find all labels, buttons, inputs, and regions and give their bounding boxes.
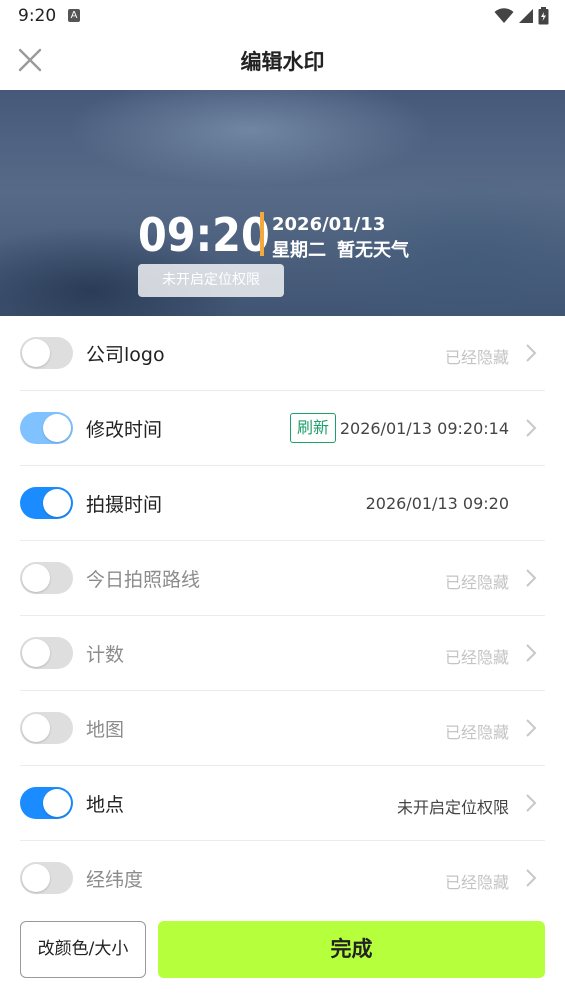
row-label: 地点: [86, 794, 125, 816]
signal-icon: [519, 9, 533, 23]
row-company-logo[interactable]: 公司logo 已经隐藏: [20, 316, 545, 391]
row-value: 已经隐藏: [444, 573, 509, 592]
watermark-weekday: 星期二: [272, 240, 326, 261]
watermark-preview[interactable]: 09:20 2026/01/13 星期二 暂无天气 未开启定位权限: [0, 90, 565, 316]
row-today-route[interactable]: 今日拍照路线 已经隐藏: [20, 541, 545, 616]
chevron-right-icon: [526, 869, 537, 887]
toggle-knob: [22, 339, 50, 367]
row-label: 地图: [86, 719, 125, 741]
refresh-button[interactable]: 刷新: [289, 413, 336, 443]
watermark-weather: 暂无天气: [337, 240, 409, 261]
chevron-right-icon: [526, 569, 537, 587]
chevron-right-icon: [526, 344, 537, 362]
row-label: 公司logo: [86, 344, 165, 366]
capture-time-toggle[interactable]: [20, 487, 73, 519]
chevron-right-icon: [526, 719, 537, 737]
row-label: 经纬度: [86, 869, 144, 891]
today-route-toggle[interactable]: [20, 562, 73, 594]
page-title: 编辑水印: [240, 50, 325, 74]
wifi-icon: [494, 8, 514, 23]
row-coordinates[interactable]: 经纬度 已经隐藏: [20, 841, 545, 916]
done-button[interactable]: 完成: [158, 921, 545, 978]
row-value: 已经隐藏: [444, 873, 509, 892]
map-toggle[interactable]: [20, 712, 73, 744]
status-time: 9:20: [18, 6, 57, 26]
company-logo-toggle[interactable]: [20, 337, 73, 369]
chevron-right-icon: [526, 419, 537, 437]
row-modify-time[interactable]: 修改时间 刷新 2026/01/13 09:20:14: [20, 391, 545, 466]
chevron-right-icon: [526, 644, 537, 662]
toggle-knob: [22, 714, 50, 742]
watermark-date: 2026/01/13: [272, 214, 386, 235]
toggle-knob: [22, 864, 50, 892]
row-map[interactable]: 地图 已经隐藏: [20, 691, 545, 766]
watermark-accent-bar: [260, 212, 264, 256]
row-label: 计数: [86, 644, 125, 666]
toggle-knob: [22, 564, 50, 592]
row-value: 已经隐藏: [444, 648, 509, 667]
row-label: 修改时间: [86, 419, 163, 441]
toggle-knob: [22, 639, 50, 667]
status-icons: [494, 6, 549, 26]
toggle-knob: [43, 489, 71, 517]
location-toggle[interactable]: [20, 787, 73, 819]
coordinates-toggle[interactable]: [20, 862, 73, 894]
row-count[interactable]: 计数 已经隐藏: [20, 616, 545, 691]
watermark-location: 未开启定位权限: [138, 264, 284, 297]
row-value: 2026/01/13 09:20:14: [339, 419, 509, 438]
row-location[interactable]: 地点 未开启定位权限: [20, 766, 545, 841]
chevron-right-icon: [526, 794, 537, 812]
watermark-options-list: 公司logo 已经隐藏 修改时间 刷新 2026/01/13 09:20:14 …: [0, 316, 565, 916]
status-bar: 9:20 A: [0, 0, 565, 32]
change-color-size-button[interactable]: 改颜色/大小: [20, 921, 146, 978]
row-value: 2026/01/13 09:20: [365, 494, 509, 513]
count-toggle[interactable]: [20, 637, 73, 669]
row-value: 已经隐藏: [444, 723, 509, 742]
accessibility-badge-icon: A: [68, 9, 80, 22]
row-label: 今日拍照路线: [86, 569, 201, 591]
app-header: 编辑水印: [0, 32, 565, 90]
watermark-time: 09:20: [138, 208, 270, 262]
row-capture-time[interactable]: 拍摄时间 2026/01/13 09:20: [20, 466, 545, 541]
toggle-knob: [43, 414, 71, 442]
battery-icon: [538, 7, 549, 25]
row-value: 已经隐藏: [444, 348, 509, 367]
row-label: 拍摄时间: [86, 494, 163, 516]
row-value: 未开启定位权限: [396, 798, 509, 817]
toggle-knob: [43, 789, 71, 817]
modify-time-toggle[interactable]: [20, 412, 73, 444]
